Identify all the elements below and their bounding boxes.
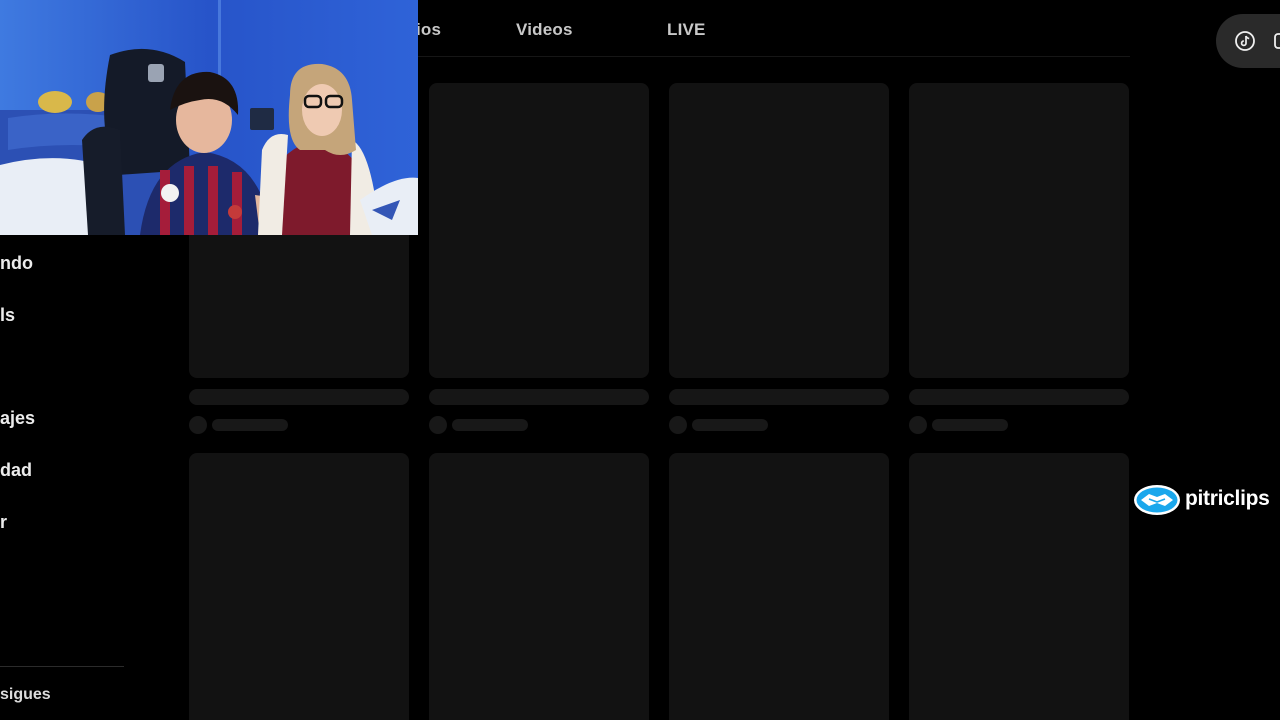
tab-videos[interactable]: Videos [516, 20, 573, 40]
video-card-placeholder[interactable] [429, 453, 649, 720]
avatar-placeholder [429, 416, 447, 434]
meta-placeholder [692, 419, 768, 431]
video-card-placeholder[interactable] [189, 453, 409, 720]
sidebar-item-live[interactable]: ls [0, 305, 15, 326]
avatar-placeholder [669, 416, 687, 434]
video-card-placeholder[interactable] [429, 83, 649, 378]
handshake-icon [1133, 484, 1181, 516]
sidebar-item-explorando[interactable]: ndo [0, 253, 33, 274]
tab-favoritos[interactable]: ios [416, 20, 441, 40]
webcam-overlay [0, 0, 418, 235]
sidebar-item-actividad[interactable]: dad [0, 460, 32, 481]
sidebar-section-following: sigues [0, 686, 51, 703]
tab-live[interactable]: LIVE [667, 20, 706, 40]
video-card-placeholder[interactable] [909, 453, 1129, 720]
video-card-placeholder[interactable] [909, 83, 1129, 378]
title-placeholder [669, 389, 889, 405]
title-placeholder [909, 389, 1129, 405]
sidebar-item-mensajes[interactable]: ajes [0, 408, 35, 429]
sidebar-divider [0, 666, 124, 667]
meta-placeholder [932, 419, 1008, 431]
window-icon[interactable] [1272, 30, 1280, 52]
sidebar: ndo ls ajes dad r sigues [0, 236, 130, 720]
video-card-placeholder[interactable] [669, 453, 889, 720]
page: ios Videos LIVE ndo ls ajes dad r sigues [0, 0, 1280, 720]
avatar-placeholder [909, 416, 927, 434]
tiktok-icon[interactable] [1234, 30, 1256, 52]
sidebar-item-cargar[interactable]: r [0, 512, 7, 533]
video-card-placeholder[interactable] [669, 83, 889, 378]
meta-placeholder [452, 419, 528, 431]
title-placeholder [429, 389, 649, 405]
header-actions [1216, 14, 1280, 68]
meta-placeholder [212, 419, 288, 431]
title-placeholder [189, 389, 409, 405]
webcam-scene [0, 0, 418, 235]
watermark-text: pitriclips [1185, 487, 1270, 510]
avatar-placeholder [189, 416, 207, 434]
profile-tabs: ios Videos LIVE [400, 0, 1130, 57]
